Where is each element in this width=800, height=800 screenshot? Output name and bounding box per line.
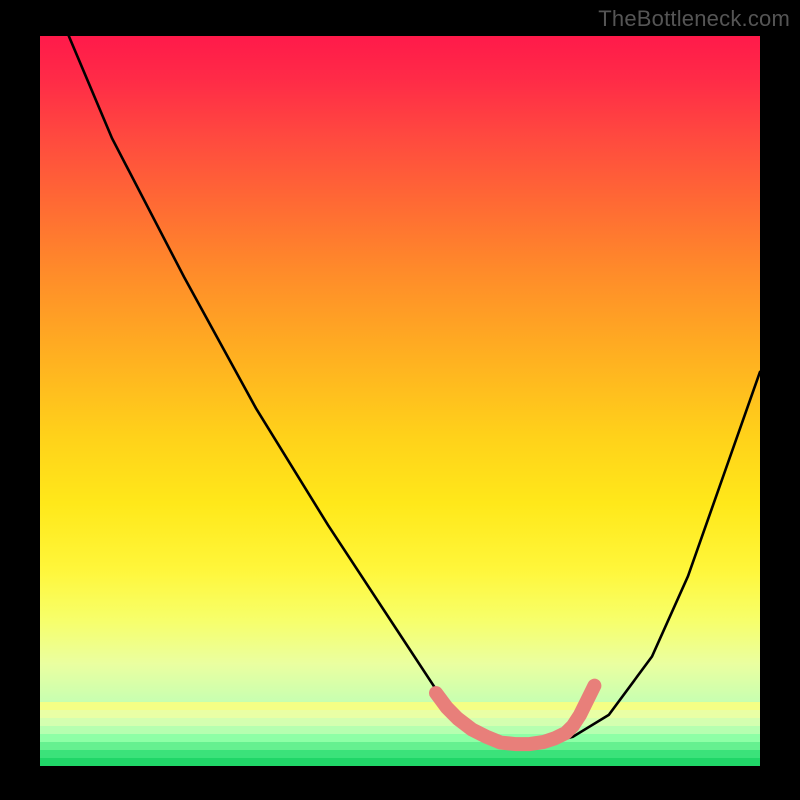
chart-svg [40, 36, 760, 766]
chart-container: TheBottleneck.com [0, 0, 800, 800]
watermark-text: TheBottleneck.com [598, 6, 790, 32]
valley-highlight-line [436, 686, 594, 744]
plot-area [40, 36, 760, 766]
curve-line [69, 36, 760, 744]
